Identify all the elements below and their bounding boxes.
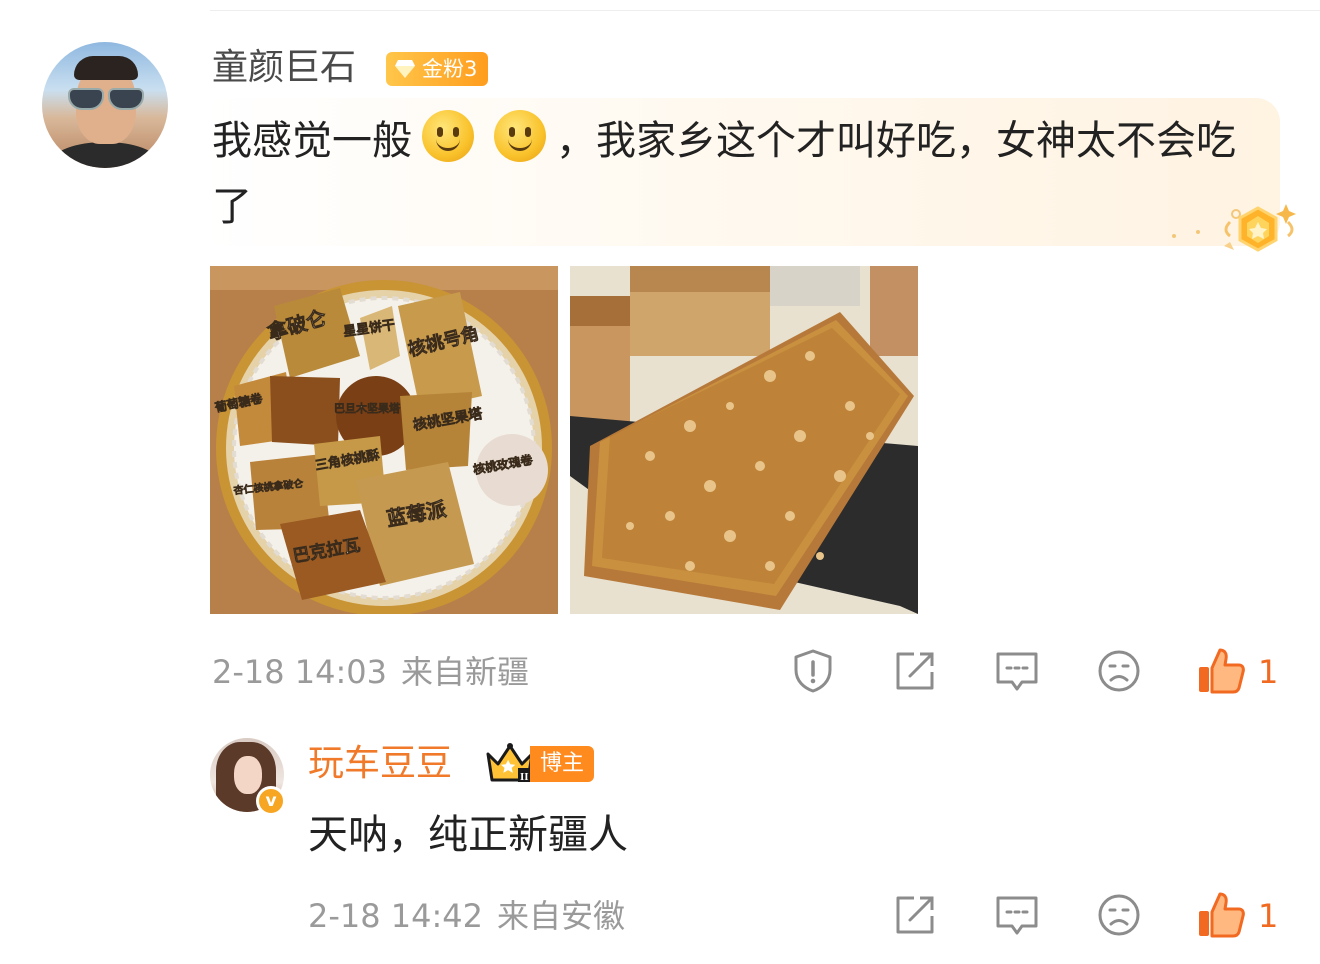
comment-icon[interactable] — [994, 648, 1040, 694]
top-divider — [210, 10, 1320, 11]
reply-text: 天呐，纯正新疆人 — [308, 812, 628, 858]
commenter-username[interactable]: 童颜巨石 — [212, 44, 356, 92]
comment-text: 我感觉一般 ，我家乡这个才叫好吃，女神太不会吃了 — [212, 108, 1252, 240]
share-icon[interactable] — [892, 648, 938, 694]
blogger-username[interactable]: 玩车豆豆 — [308, 740, 452, 788]
comment-timestamp: 2-18 14:03 — [212, 653, 388, 691]
comment-icon[interactable] — [994, 892, 1040, 938]
comment-text-part1: 我感觉一般 — [212, 118, 412, 164]
diamond-icon — [395, 60, 415, 78]
dislike-icon[interactable] — [1096, 648, 1142, 694]
like-count: 1 — [1258, 653, 1279, 691]
reply-location: 来自安徽 — [497, 897, 626, 935]
gold-badge-decoration-icon — [1172, 204, 1296, 252]
host-badge: 博主 — [530, 746, 594, 782]
svg-text:II: II — [520, 771, 529, 783]
comment-photo-walnut-cake[interactable] — [570, 266, 918, 614]
crown-icon: II — [486, 743, 534, 783]
reply-meta: 2-18 14:42 来自安徽 — [308, 896, 625, 936]
comment-meta: 2-18 14:03 来自新疆 — [212, 652, 529, 692]
fan-badge-label: 金粉3 — [422, 57, 478, 81]
like-icon[interactable] — [1196, 646, 1246, 696]
smile-emoji — [422, 110, 474, 162]
comment-location: 来自新疆 — [401, 653, 530, 691]
dislike-icon[interactable] — [1096, 892, 1142, 938]
share-icon[interactable] — [892, 892, 938, 938]
verified-badge-icon: v — [256, 786, 286, 816]
fan-level-badge[interactable]: 金粉3 — [386, 52, 488, 86]
commenter-avatar[interactable] — [42, 42, 168, 168]
photo-label: 巴旦木坚果塔 — [334, 401, 401, 415]
report-icon[interactable] — [790, 648, 836, 694]
smile-emoji — [494, 110, 546, 162]
comment-photo-pastries[interactable]: 拿破仑 星星饼干 核桃号角 葡萄糖卷 巴旦木坚果塔 核桃坚果塔 三角核桃酥 核桃… — [210, 266, 558, 614]
reply-timestamp: 2-18 14:42 — [308, 897, 484, 935]
like-icon[interactable] — [1196, 890, 1246, 940]
like-count: 1 — [1258, 897, 1279, 935]
